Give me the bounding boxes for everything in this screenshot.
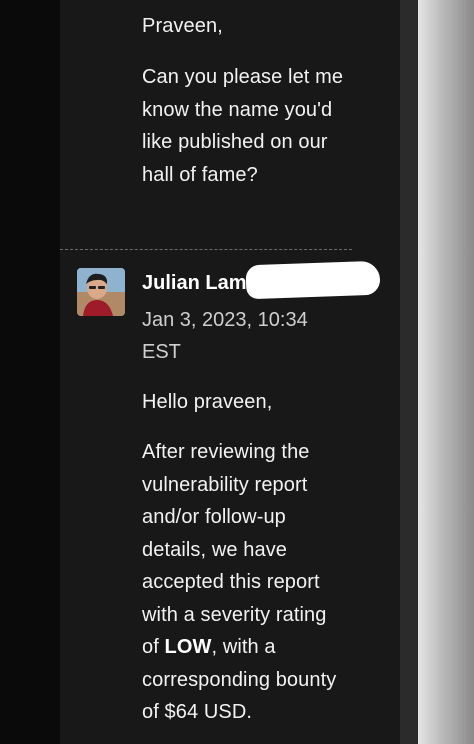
message-body: Can you please let me know the name you'… xyxy=(142,61,343,191)
severity-rating: LOW xyxy=(164,636,212,658)
message-body-line: details, we have xyxy=(142,538,288,561)
message-body-line: of $64 USD. xyxy=(142,701,253,723)
message-body-line: Can you please let me xyxy=(142,66,344,88)
redaction-scribble xyxy=(245,260,381,300)
message-body-line: accepted this report xyxy=(142,571,320,593)
message-greeting: Praveen, xyxy=(142,15,223,37)
text-fragment: of xyxy=(142,636,165,658)
message-greeting: Hello praveen, xyxy=(142,391,273,413)
message-body-line: vulnerability report xyxy=(142,473,308,496)
sender-avatar[interactable] xyxy=(77,268,125,316)
message-body-line: hall of fame? xyxy=(142,163,258,186)
timestamp-date: Jan 3, 2023, 10:34 xyxy=(142,309,308,331)
message-body-line: corresponding bounty xyxy=(142,668,337,691)
message-body-line: and/or follow-up xyxy=(142,506,286,528)
right-background xyxy=(418,0,474,744)
sender-name: Julian Lam xyxy=(142,272,247,294)
message-timestamp: Jan 3, 2023, 10:34 EST xyxy=(142,304,308,368)
text-fragment: , with a xyxy=(211,636,276,658)
message-body-line: know the name you'd xyxy=(142,98,333,121)
message-body-line: with a severity rating xyxy=(142,603,327,626)
message-body-line: of LOW, with a xyxy=(142,631,336,664)
message-divider xyxy=(60,249,352,250)
message-body: After reviewing the vulnerability report… xyxy=(142,436,336,729)
scroll-gutter xyxy=(400,0,418,744)
message-body-line: After reviewing the xyxy=(142,441,310,463)
left-background xyxy=(0,0,60,744)
timestamp-timezone: EST xyxy=(142,341,181,363)
avatar-photo-icon xyxy=(77,268,125,316)
message-body-line: like published on our xyxy=(142,131,328,153)
